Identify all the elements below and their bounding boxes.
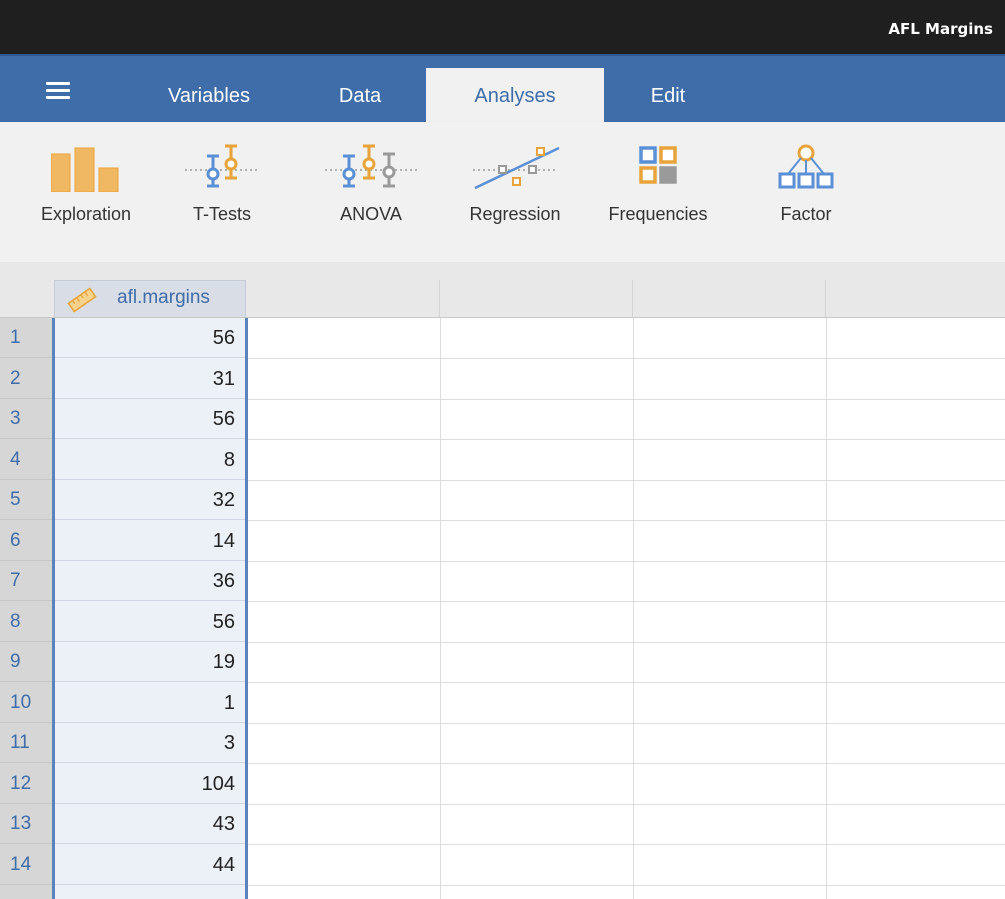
row-number[interactable]: 5 bbox=[0, 480, 52, 520]
row-number[interactable]: 6 bbox=[0, 521, 52, 561]
tab-edit[interactable]: Edit bbox=[624, 56, 712, 124]
data-cell[interactable]: 31 bbox=[55, 359, 245, 399]
frequencies-label: Frequencies bbox=[608, 204, 708, 224]
row-number[interactable]: 14 bbox=[0, 845, 52, 885]
regression-button[interactable]: Regression bbox=[452, 144, 578, 244]
tab-analyses[interactable]: Analyses bbox=[426, 68, 604, 124]
data-cell[interactable]: 44 bbox=[55, 845, 245, 885]
exploration-label: Exploration bbox=[40, 204, 132, 224]
data-cell[interactable]: 104 bbox=[55, 764, 245, 804]
row-number-gutter: 1 2 3 4 5 6 7 8 9 10 11 12 13 14 bbox=[0, 318, 52, 899]
regression-label: Regression bbox=[469, 204, 561, 224]
t-tests-icon bbox=[185, 144, 259, 188]
data-cell[interactable]: 36 bbox=[55, 561, 245, 601]
anova-button[interactable]: ANOVA bbox=[322, 144, 420, 244]
t-tests-label: T-Tests bbox=[192, 204, 251, 224]
row-number[interactable]: 11 bbox=[0, 723, 52, 763]
row-number[interactable]: 7 bbox=[0, 561, 52, 601]
anova-icon bbox=[325, 144, 417, 188]
frequencies-button[interactable]: Frequencies bbox=[592, 144, 724, 244]
main-tab-bar: Variables Data Analyses Edit bbox=[0, 54, 1005, 124]
column-header-empty[interactable] bbox=[440, 280, 633, 318]
row-number[interactable]: 10 bbox=[0, 683, 52, 723]
selected-column-afl-margins[interactable]: 56 31 56 8 32 14 36 56 19 1 3 104 43 44 bbox=[52, 318, 248, 899]
column-header-empty[interactable] bbox=[248, 280, 440, 318]
data-cell[interactable]: 32 bbox=[55, 480, 245, 520]
anova-label: ANOVA bbox=[340, 204, 402, 224]
title-bar: AFL Margins bbox=[0, 0, 1005, 54]
tab-data[interactable]: Data bbox=[312, 56, 408, 124]
row-number[interactable]: 4 bbox=[0, 440, 52, 480]
regression-icon bbox=[473, 146, 560, 190]
tab-variables[interactable]: Variables bbox=[140, 56, 278, 124]
row-number[interactable]: 9 bbox=[0, 642, 52, 682]
row-number[interactable]: 2 bbox=[0, 359, 52, 399]
data-cell[interactable]: 1 bbox=[55, 683, 245, 723]
column-header-afl-margins[interactable]: afl.margins bbox=[54, 280, 246, 318]
data-cell[interactable]: 56 bbox=[55, 399, 245, 439]
row-number[interactable]: 13 bbox=[0, 804, 52, 844]
data-cell[interactable]: 3 bbox=[55, 723, 245, 763]
data-cell[interactable]: 56 bbox=[55, 318, 245, 358]
ruler-icon bbox=[67, 287, 97, 313]
column-header-empty[interactable] bbox=[826, 280, 1005, 318]
data-cell[interactable]: 19 bbox=[55, 642, 245, 682]
data-cell[interactable]: 8 bbox=[55, 440, 245, 480]
factor-button[interactable]: Factor bbox=[760, 144, 852, 244]
data-cell[interactable]: 56 bbox=[55, 602, 245, 642]
row-number[interactable]: 8 bbox=[0, 602, 52, 642]
data-spreadsheet: afl.margins 1 2 3 4 5 6 7 8 9 10 11 12 13 14 56 31 56 8 3… bbox=[0, 262, 1005, 899]
row-number[interactable]: 3 bbox=[0, 399, 52, 439]
column-name: afl.margins bbox=[117, 287, 210, 308]
row-number[interactable]: 1 bbox=[0, 318, 52, 358]
exploration-icon bbox=[51, 147, 119, 192]
column-header-empty[interactable] bbox=[633, 280, 826, 318]
hamburger-menu-icon[interactable] bbox=[46, 82, 74, 102]
data-cell[interactable]: 14 bbox=[55, 521, 245, 561]
data-cell[interactable]: 43 bbox=[55, 804, 245, 844]
window-title: AFL Margins bbox=[888, 20, 993, 38]
row-number[interactable]: 12 bbox=[0, 764, 52, 804]
t-tests-button[interactable]: T-Tests bbox=[172, 144, 272, 244]
factor-label: Factor bbox=[780, 204, 832, 224]
analyses-ribbon: Exploration T-Tests ANOVA Regression Fre… bbox=[0, 122, 1005, 262]
exploration-button[interactable]: Exploration bbox=[24, 144, 148, 244]
factor-icon bbox=[778, 144, 834, 189]
frequencies-icon bbox=[639, 146, 677, 184]
